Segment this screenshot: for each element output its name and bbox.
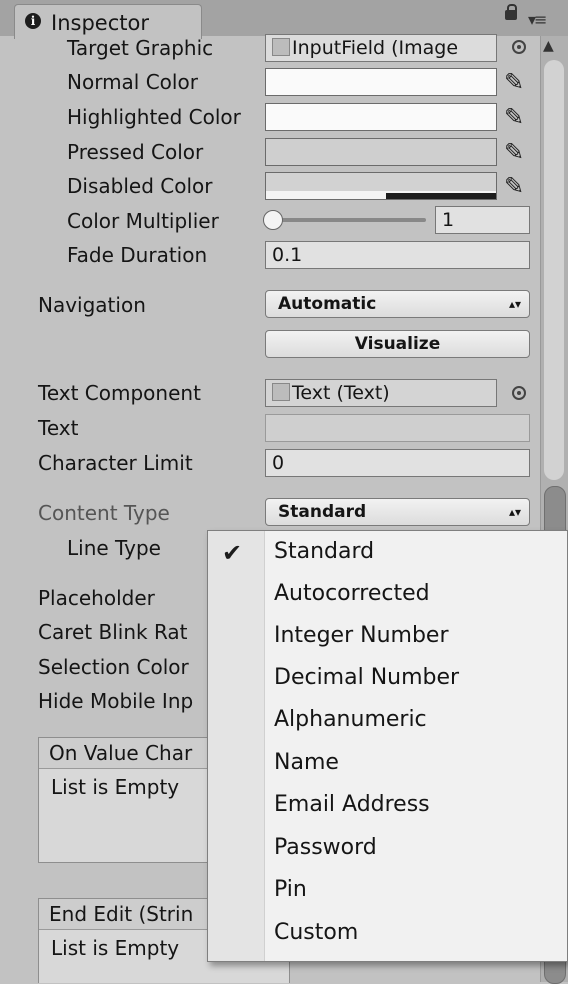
dropdown-arrows-icon: ▴▾ <box>508 505 521 519</box>
lock-icon[interactable] <box>505 4 517 20</box>
content-type-dropdown[interactable]: Standard ▴▾ <box>265 498 530 526</box>
target-graphic-field[interactable]: InputField (Image <box>265 34 497 62</box>
menu-check-gutter <box>208 531 265 961</box>
normal-color-swatch[interactable] <box>265 68 497 96</box>
menu-item-custom[interactable]: Custom <box>274 920 358 945</box>
menu-item-decimal-number[interactable]: Decimal Number <box>274 665 459 690</box>
fade-duration-label: Fade Duration <box>67 243 208 267</box>
navigation-dropdown-value: Automatic <box>278 294 377 314</box>
caret-blink-rate-label: Caret Blink Rat <box>38 620 188 644</box>
disabled-color-label: Disabled Color <box>67 174 213 198</box>
content-type-dropdown-value: Standard <box>278 502 367 522</box>
menu-item-password[interactable]: Password <box>274 835 377 860</box>
scroll-up-arrow-icon[interactable]: ▲ <box>543 38 554 54</box>
text-input[interactable] <box>265 414 530 442</box>
menu-item-email-address[interactable]: Email Address <box>274 792 430 817</box>
pressed-color-label: Pressed Color <box>67 140 204 164</box>
navigation-dropdown[interactable]: Automatic ▴▾ <box>265 290 530 318</box>
text-component-field[interactable]: Text (Text) <box>265 379 497 407</box>
panel-menu-icon[interactable]: ▾≡ <box>528 10 547 29</box>
menu-item-standard[interactable]: Standard <box>274 539 374 564</box>
target-graphic-value: InputField (Image <box>292 37 459 59</box>
character-limit-input[interactable]: 0 <box>265 449 530 477</box>
navigation-label: Navigation <box>38 293 146 317</box>
object-picker-target-icon[interactable] <box>512 40 526 54</box>
text-object-icon <box>272 383 290 401</box>
target-graphic-label: Target Graphic <box>67 36 214 60</box>
image-object-icon <box>272 38 290 56</box>
color-multiplier-slider-handle[interactable] <box>263 210 283 230</box>
highlighted-color-swatch[interactable] <box>265 103 497 131</box>
eyedropper-icon[interactable]: ✎ <box>504 68 530 96</box>
menu-item-pin[interactable]: Pin <box>274 877 307 902</box>
text-component-value: Text (Text) <box>292 382 390 404</box>
dropdown-arrows-icon: ▴▾ <box>508 297 521 311</box>
visualize-button[interactable]: Visualize <box>265 330 530 358</box>
color-multiplier-slider-track[interactable] <box>270 218 426 222</box>
menu-item-autocorrected[interactable]: Autocorrected <box>274 581 430 606</box>
alpha-bar <box>386 193 496 199</box>
line-type-label: Line Type <box>67 536 161 560</box>
color-multiplier-label: Color Multiplier <box>67 209 219 233</box>
menu-item-name[interactable]: Name <box>274 750 339 775</box>
tab-inspector-label: Inspector <box>51 11 149 35</box>
text-component-label: Text Component <box>38 381 201 405</box>
highlighted-color-label: Highlighted Color <box>67 105 241 129</box>
character-limit-label: Character Limit <box>38 451 193 475</box>
normal-color-label: Normal Color <box>67 70 198 94</box>
menu-item-integer-number[interactable]: Integer Number <box>274 623 449 648</box>
tab-inspector[interactable]: i Inspector <box>14 4 202 39</box>
checkmark-icon: ✔ <box>222 539 243 567</box>
object-picker-target-icon[interactable] <box>512 386 526 400</box>
hide-mobile-input-label: Hide Mobile Inp <box>38 689 194 713</box>
selection-color-label: Selection Color <box>38 655 189 679</box>
fade-duration-input[interactable]: 0.1 <box>265 241 530 269</box>
eyedropper-icon[interactable]: ✎ <box>504 103 530 131</box>
pressed-color-swatch[interactable] <box>265 138 497 166</box>
menu-item-alphanumeric[interactable]: Alphanumeric <box>274 707 427 732</box>
content-type-menu: ✔ Standard Autocorrected Integer Number … <box>207 530 568 962</box>
color-multiplier-input[interactable]: 1 <box>435 206 530 234</box>
disabled-color-swatch[interactable] <box>265 172 497 200</box>
placeholder-label: Placeholder <box>38 586 155 610</box>
scrollbar-track-highlight <box>544 60 564 480</box>
content-type-label: Content Type <box>38 501 170 525</box>
info-icon: i <box>25 13 41 29</box>
eyedropper-icon[interactable]: ✎ <box>504 172 530 200</box>
eyedropper-icon[interactable]: ✎ <box>504 138 530 166</box>
text-label: Text <box>38 416 79 440</box>
